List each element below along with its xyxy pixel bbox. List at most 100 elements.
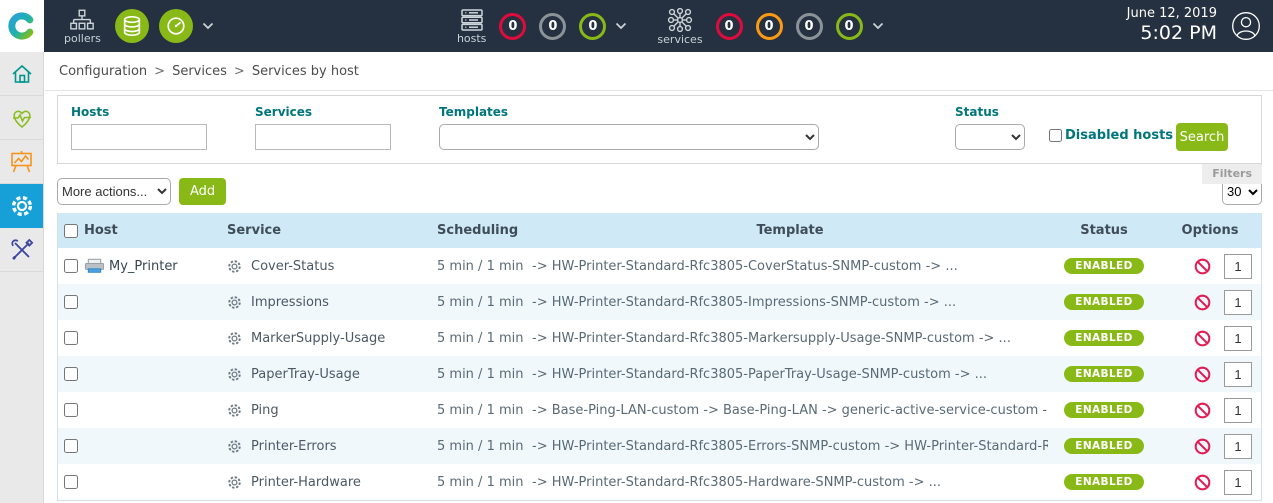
status-badge: ENABLED	[1064, 330, 1143, 347]
services-table: Host Service Scheduling Template Status …	[57, 213, 1262, 501]
service-gear-icon	[227, 439, 242, 454]
sidebar-item-configuration[interactable]	[0, 184, 43, 228]
service-gear-icon	[227, 331, 242, 346]
sidebar-item-monitoring[interactable]	[0, 96, 43, 140]
breadcrumb-services[interactable]: Services	[172, 64, 227, 79]
service-link[interactable]: Printer-Hardware	[251, 475, 361, 490]
sidebar-item-home[interactable]	[0, 52, 43, 96]
template-value: -> HW-Printer-Standard-Rfc3805-Impressio…	[532, 295, 1048, 310]
duplicate-count-input[interactable]	[1224, 254, 1252, 279]
database-icon	[121, 15, 143, 37]
disable-action-icon[interactable]	[1194, 474, 1211, 491]
main-content: Configuration > Services > Services by h…	[45, 52, 1273, 501]
service-gear-icon	[227, 295, 242, 310]
services-filter-input[interactable]	[255, 124, 391, 150]
chart-easel-icon	[9, 150, 34, 174]
database-status[interactable]	[115, 9, 149, 43]
duplicate-count-input[interactable]	[1224, 470, 1252, 495]
date-text: June 12, 2019	[1127, 6, 1217, 22]
duplicate-count-input[interactable]	[1224, 398, 1252, 423]
column-header-service[interactable]: Service	[227, 223, 437, 238]
services-icon	[667, 7, 693, 33]
duplicate-count-input[interactable]	[1224, 434, 1252, 459]
hosts-menu[interactable]: hosts	[457, 8, 486, 44]
row-checkbox[interactable]	[64, 259, 78, 273]
disable-action-icon[interactable]	[1194, 402, 1211, 419]
services-ok-count[interactable]: 0	[836, 13, 863, 40]
breadcrumb-current-page: Services by host	[252, 64, 359, 79]
row-checkbox[interactable]	[64, 403, 78, 417]
poller-details-toggle[interactable]	[202, 22, 214, 30]
service-link[interactable]: Cover-Status	[251, 259, 334, 274]
service-link[interactable]: Impressions	[251, 295, 329, 310]
template-value: -> Base-Ping-LAN-custom -> Base-Ping-LAN…	[532, 403, 1048, 418]
disabled-hosts-checkbox[interactable]	[1049, 129, 1062, 142]
row-checkbox[interactable]	[64, 367, 78, 381]
hosts-details-toggle[interactable]	[615, 22, 627, 30]
services-unknown-count[interactable]: 0	[796, 13, 823, 40]
user-menu[interactable]	[1231, 11, 1261, 41]
table-row: MarkerSupply-Usage 5 min / 1 min -> HW-P…	[58, 320, 1261, 356]
status-badge: ENABLED	[1064, 366, 1143, 383]
services-label: services	[657, 34, 702, 45]
disable-action-icon[interactable]	[1194, 294, 1211, 311]
sidebar-item-reports[interactable]	[0, 140, 43, 184]
breadcrumb-separator: >	[234, 64, 245, 79]
services-menu[interactable]: services	[657, 7, 702, 45]
services-critical-count[interactable]: 0	[716, 13, 743, 40]
scheduling-value: 5 min / 1 min	[437, 331, 532, 346]
services-warning-count[interactable]: 0	[756, 13, 783, 40]
sidebar	[0, 52, 44, 503]
latency-status[interactable]	[159, 9, 193, 43]
table-row: Impressions 5 min / 1 min -> HW-Printer-…	[58, 284, 1261, 320]
service-gear-icon	[227, 259, 242, 274]
more-actions-select[interactable]: More actions...	[57, 178, 171, 205]
hosts-filter-input[interactable]	[71, 124, 207, 150]
service-gear-icon	[227, 403, 242, 418]
table-row: Printer-Errors 5 min / 1 min -> HW-Print…	[58, 428, 1261, 464]
status-filter-select[interactable]	[955, 124, 1025, 150]
table-row: My_Printer Cover-Status 5 min / 1 min ->…	[58, 248, 1261, 284]
filters-tab[interactable]: Filters	[1202, 164, 1262, 184]
sidebar-item-administration[interactable]	[0, 228, 43, 272]
disable-action-icon[interactable]	[1194, 438, 1211, 455]
hosts-up-count[interactable]: 0	[579, 13, 606, 40]
duplicate-count-input[interactable]	[1224, 362, 1252, 387]
disable-action-icon[interactable]	[1194, 330, 1211, 347]
add-button[interactable]: Add	[179, 178, 226, 205]
centreon-c-icon	[8, 12, 36, 40]
disable-action-icon[interactable]	[1194, 366, 1211, 383]
column-header-host[interactable]: Host	[84, 223, 227, 238]
row-checkbox[interactable]	[64, 331, 78, 345]
chevron-down-icon	[615, 22, 627, 30]
centreon-logo[interactable]	[0, 0, 44, 52]
service-link[interactable]: PaperTray-Usage	[251, 367, 360, 382]
hosts-unreachable-count[interactable]: 0	[539, 13, 566, 40]
duplicate-count-input[interactable]	[1224, 290, 1252, 315]
service-link[interactable]: Ping	[251, 403, 279, 418]
pollers-menu[interactable]: pollers	[64, 9, 101, 44]
disable-action-icon[interactable]	[1194, 258, 1211, 275]
select-all-checkbox[interactable]	[64, 224, 78, 238]
hosts-status-group: hosts 0 0 0	[457, 8, 627, 44]
template-value: -> HW-Printer-Standard-Rfc3805-CoverStat…	[532, 259, 1048, 274]
column-header-template: Template	[532, 223, 1048, 238]
row-checkbox[interactable]	[64, 475, 78, 489]
status-badge: ENABLED	[1064, 258, 1143, 275]
service-link[interactable]: Printer-Errors	[251, 439, 337, 454]
row-checkbox[interactable]	[64, 295, 78, 309]
row-checkbox[interactable]	[64, 439, 78, 453]
services-details-toggle[interactable]	[872, 22, 884, 30]
user-avatar-icon	[1231, 11, 1261, 41]
templates-filter-select[interactable]	[439, 124, 819, 150]
host-link[interactable]: My_Printer	[109, 259, 178, 274]
hosts-icon	[459, 8, 485, 32]
hosts-down-count[interactable]: 0	[499, 13, 526, 40]
service-link[interactable]: MarkerSupply-Usage	[251, 331, 385, 346]
hosts-label: hosts	[457, 33, 486, 44]
chevron-down-icon	[202, 22, 214, 30]
scheduling-value: 5 min / 1 min	[437, 259, 532, 274]
breadcrumb-configuration[interactable]: Configuration	[59, 64, 147, 79]
search-button[interactable]: Search	[1176, 123, 1228, 151]
duplicate-count-input[interactable]	[1224, 326, 1252, 351]
